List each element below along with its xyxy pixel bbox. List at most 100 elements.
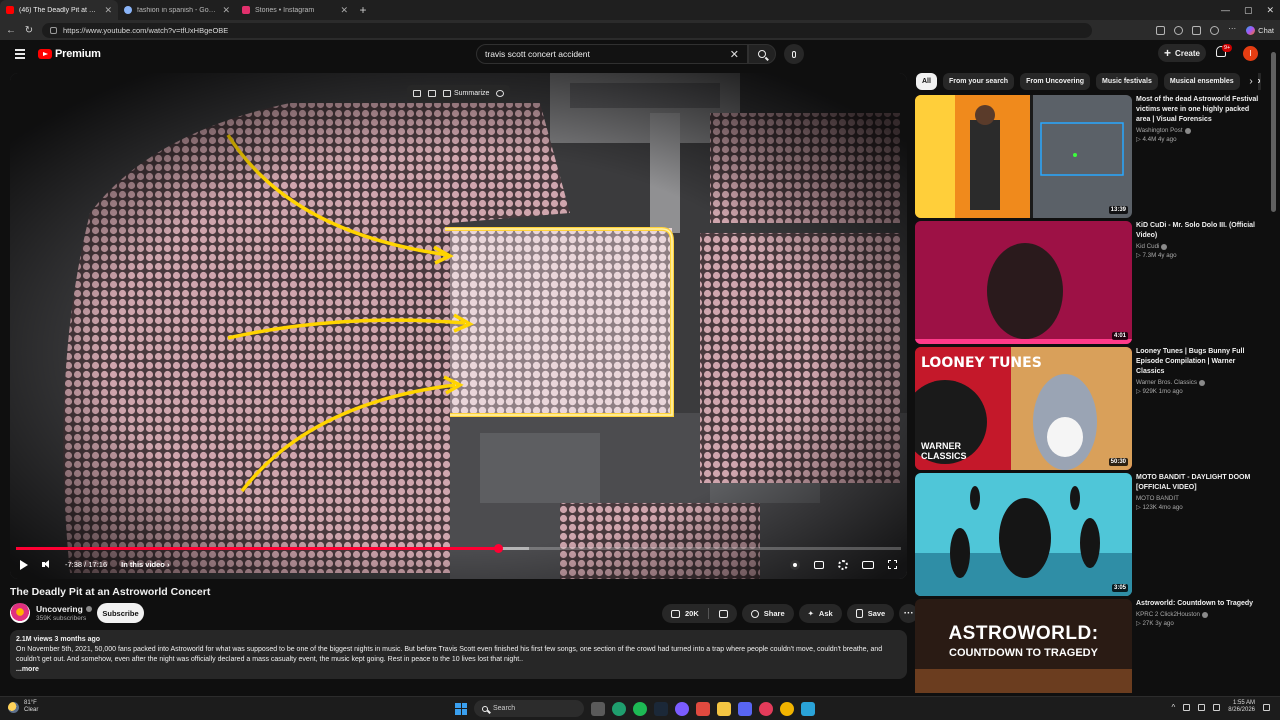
screenshot-icon[interactable]: [428, 90, 436, 97]
play-icon[interactable]: [20, 559, 28, 570]
tab-close-icon[interactable]: ✕: [340, 5, 348, 16]
tab-close-icon[interactable]: ✕: [104, 5, 112, 16]
video-player[interactable]: Summarize -7:38 / 17:16 In this video ›: [10, 73, 907, 579]
recommendation-title[interactable]: KiD CuDi - Mr. Solo Dolo III. (Official …: [1136, 221, 1263, 241]
channel-name-link[interactable]: Uncovering: [36, 604, 92, 614]
extension-icon[interactable]: [1156, 25, 1166, 35]
messenger-icon[interactable]: [675, 701, 689, 716]
battery-icon[interactable]: [1213, 703, 1221, 711]
file-explorer-icon[interactable]: [717, 701, 731, 716]
chip-music-festivals[interactable]: Music festivals: [1096, 73, 1158, 90]
network-icon[interactable]: [1183, 703, 1191, 711]
windows-start-icon[interactable]: [455, 702, 467, 715]
recommendation-channel[interactable]: Kid Cudi: [1136, 243, 1263, 250]
copilot-chat-button[interactable]: Chat: [1246, 25, 1274, 35]
recommendation-item[interactable]: ASTROWORLD: COUNTDOWN TO TRAGEDY Astrowo…: [915, 599, 1265, 693]
recommendation-title[interactable]: Most of the dead Astroworld Festival vic…: [1136, 95, 1263, 125]
account-avatar[interactable]: I: [1243, 46, 1258, 61]
browser-tab-google[interactable]: fashion in spanish - Google Search ✕: [118, 0, 236, 20]
translate-icon[interactable]: [496, 90, 505, 97]
ask-button[interactable]: ✦ Ask: [798, 604, 842, 623]
autoplay-toggle-icon[interactable]: [790, 559, 800, 570]
video-thumbnail[interactable]: 3:05: [915, 473, 1132, 596]
recommendation-title[interactable]: MOTO BANDIT - DAYLIGHT DOOM [OFFICIAL VI…: [1136, 473, 1263, 493]
summarize-button[interactable]: Summarize: [443, 90, 489, 97]
page-scrollbar[interactable]: [1271, 48, 1276, 688]
recommendation-item[interactable]: 3:05 MOTO BANDIT - DAYLIGHT DOOM [OFFICI…: [915, 473, 1265, 596]
chip-musical-ensembles[interactable]: Musical ensembles: [1163, 73, 1240, 90]
collections-icon[interactable]: [1192, 25, 1202, 35]
steam-icon[interactable]: [654, 701, 668, 716]
share-button[interactable]: Share: [741, 604, 794, 623]
app-icon[interactable]: [696, 701, 710, 716]
scrollbar-thumb[interactable]: [1271, 52, 1276, 212]
picture-in-picture-icon[interactable]: [413, 90, 421, 97]
volume-icon[interactable]: [42, 560, 51, 569]
description-box[interactable]: 2.1M views 3 months ago On November 5th,…: [10, 630, 907, 679]
theater-mode-icon[interactable]: [862, 560, 874, 569]
search-input[interactable]: travis scott concert accident ✕: [476, 44, 748, 64]
new-tab-plus-icon[interactable]: +: [354, 0, 372, 20]
maximize-icon[interactable]: ▢: [1244, 5, 1253, 16]
taskbar-clock[interactable]: 1:55 AM 8/26/2026: [1228, 700, 1255, 714]
chip-from-uncovering[interactable]: From Uncovering: [1020, 73, 1091, 90]
notepad-icon[interactable]: [801, 701, 815, 716]
video-thumbnail[interactable]: ASTROWORLD: COUNTDOWN TO TRAGEDY: [915, 599, 1132, 693]
fullscreen-icon[interactable]: [888, 560, 897, 569]
show-more-link[interactable]: ...more: [16, 665, 901, 675]
recommendation-channel[interactable]: MOTO BANDIT: [1136, 495, 1263, 502]
volume-tray-icon[interactable]: [1198, 703, 1206, 711]
tab-close-icon[interactable]: ✕: [222, 5, 230, 16]
save-button[interactable]: Save: [846, 604, 895, 623]
url-field[interactable]: https://www.youtube.com/watch?v=tfUxHBge…: [42, 22, 1092, 38]
browser-tab-youtube[interactable]: (46) The Deadly Pit at an Astroworld ✕: [0, 0, 118, 20]
taskbar-search[interactable]: Search: [474, 700, 584, 717]
recommendation-channel[interactable]: Warner Bros. Classics: [1136, 379, 1263, 386]
chapters-button[interactable]: In this video ›: [121, 560, 169, 569]
captions-icon[interactable]: [814, 560, 824, 569]
chip-all[interactable]: All: [916, 73, 937, 90]
task-view-icon[interactable]: [591, 701, 605, 716]
reload-icon[interactable]: ↻: [24, 25, 34, 36]
spotify-icon[interactable]: [633, 701, 647, 716]
chrome-icon[interactable]: [780, 701, 794, 716]
recommendation-item[interactable]: 4:01 KiD CuDi - Mr. Solo Dolo III. (Offi…: [915, 221, 1265, 344]
chips-next-arrow-icon[interactable]: ›: [1244, 73, 1258, 90]
weather-widget[interactable]: 81°F Clear: [8, 700, 38, 714]
close-window-icon[interactable]: ✕: [1266, 5, 1274, 16]
settings-gear-icon[interactable]: [838, 559, 848, 570]
thumbs-down-icon[interactable]: [718, 609, 728, 618]
create-button[interactable]: + Create: [1158, 44, 1206, 62]
copilot-icon: [1246, 25, 1256, 35]
channel-avatar[interactable]: [10, 603, 30, 623]
discord-icon[interactable]: [738, 701, 752, 716]
subscribe-button[interactable]: Subscribe: [97, 603, 144, 623]
browser-tab-instagram[interactable]: Stories • Instagram ✕: [236, 0, 354, 20]
favorite-star-icon[interactable]: [1174, 25, 1184, 35]
profile-icon[interactable]: [1210, 25, 1220, 35]
chip-from-your-search[interactable]: From your search: [942, 73, 1015, 90]
create-label: Create: [1175, 48, 1200, 58]
recommendation-title[interactable]: Looney Tunes | Bugs Bunny Full Episode C…: [1136, 347, 1263, 377]
recommendation-item[interactable]: LOONEY TUNES WARNER CLASSICS 50:30 Loone…: [915, 347, 1265, 470]
recommendation-channel[interactable]: Washington Post: [1136, 127, 1263, 134]
back-arrow-icon[interactable]: ←: [6, 25, 16, 36]
video-thumbnail[interactable]: 4:01: [915, 221, 1132, 344]
voice-search-button[interactable]: [784, 44, 804, 64]
youtube-premium-logo[interactable]: Premium: [38, 48, 101, 60]
recommendation-title[interactable]: Astroworld: Countdown to Tragedy: [1136, 599, 1263, 609]
more-menu-icon[interactable]: ···: [1228, 24, 1237, 35]
like-button[interactable]: 20K: [662, 604, 737, 623]
notification-center-icon[interactable]: [1263, 703, 1270, 711]
minimize-icon[interactable]: —: [1221, 5, 1230, 15]
video-thumbnail[interactable]: 13:39: [915, 95, 1132, 218]
search-button[interactable]: [748, 44, 776, 64]
tray-overflow-chevron-icon[interactable]: ^: [1172, 703, 1176, 712]
recommendation-channel[interactable]: KPRC 2 Click2Houston: [1136, 611, 1263, 618]
edge-icon[interactable]: [612, 701, 626, 716]
recommendation-item[interactable]: 13:39 Most of the dead Astroworld Festiv…: [915, 95, 1265, 218]
media-app-icon[interactable]: [759, 701, 773, 716]
hamburger-menu-icon[interactable]: [15, 49, 25, 59]
clear-search-icon[interactable]: ✕: [730, 48, 739, 61]
video-thumbnail[interactable]: LOONEY TUNES WARNER CLASSICS 50:30: [915, 347, 1132, 470]
